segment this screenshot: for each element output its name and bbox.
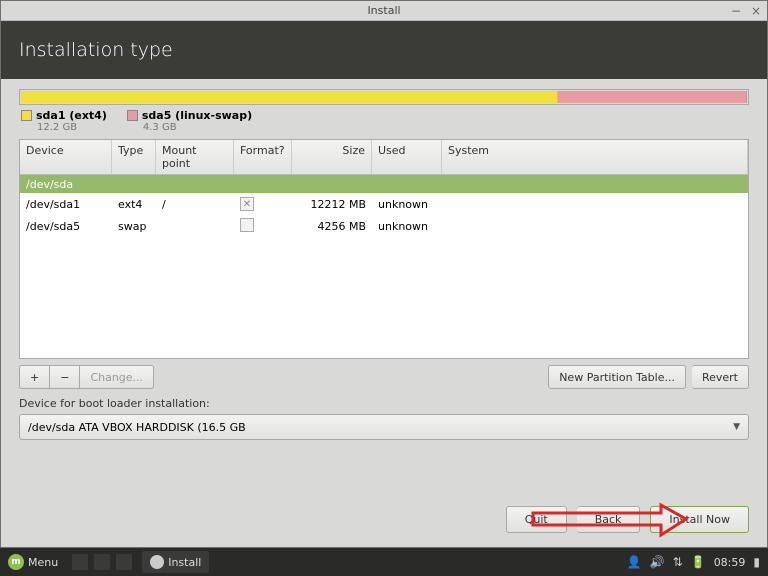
cell-system xyxy=(442,201,748,207)
disk-usage-bar xyxy=(19,89,749,105)
titlebar: Install − × xyxy=(1,1,767,21)
install-now-button[interactable]: Install Now xyxy=(650,506,749,533)
chevron-down-icon: ▼ xyxy=(733,422,740,432)
usage-segment-sda1 xyxy=(21,91,558,103)
quit-button[interactable]: Quit xyxy=(506,506,567,533)
bootloader-device-value: /dev/sda ATA VBOX HARDDISK (16.5 GB xyxy=(28,421,246,434)
taskbar: m Menu Install 👤 🔊 ⇅ 🔋 08:59 ▮ xyxy=(0,548,768,576)
taskbar-task-install[interactable]: Install xyxy=(142,551,209,573)
cell-size: 4256 MB xyxy=(292,217,372,236)
col-type[interactable]: Type xyxy=(112,140,156,174)
tray-toggle-icon[interactable]: ▮ xyxy=(753,555,760,569)
table-header-row: Device Type Mount point Format? Size Use… xyxy=(20,140,748,175)
bootloader-label: Device for boot loader installation: xyxy=(19,397,749,410)
volume-icon[interactable]: 🔊 xyxy=(650,555,665,569)
cell-format[interactable]: ✕ xyxy=(234,194,292,215)
battery-icon[interactable]: 🔋 xyxy=(691,555,706,569)
close-icon[interactable]: × xyxy=(749,4,763,18)
legend-size: 4.3 GB xyxy=(143,122,252,133)
table-device-row[interactable]: /dev/sda xyxy=(20,175,748,193)
partition-table: Device Type Mount point Format? Size Use… xyxy=(19,139,749,359)
cell-device: /dev/sda5 xyxy=(20,217,112,236)
user-icon[interactable]: 👤 xyxy=(627,555,642,569)
cell-size: 12212 MB xyxy=(292,195,372,214)
task-app-icon xyxy=(150,555,164,569)
revert-button[interactable]: Revert xyxy=(692,365,749,389)
files-icon[interactable] xyxy=(116,554,132,570)
page-header: Installation type xyxy=(1,21,767,79)
col-used[interactable]: Used xyxy=(372,140,442,174)
change-partition-button[interactable]: Change... xyxy=(80,365,154,389)
usage-segment-sda5 xyxy=(558,91,747,103)
bootloader-device-select[interactable]: /dev/sda ATA VBOX HARDDISK (16.5 GB ▼ xyxy=(19,414,749,440)
remove-partition-button[interactable]: − xyxy=(50,365,80,389)
menu-button[interactable]: m Menu xyxy=(0,548,66,576)
network-icon[interactable]: ⇅ xyxy=(673,555,683,569)
partition-legend: sda1 (ext4) 12.2 GB sda5 (linux-swap) 4.… xyxy=(19,109,749,133)
device-label: /dev/sda xyxy=(20,175,79,194)
mint-logo-icon: m xyxy=(8,554,24,570)
cell-type: swap xyxy=(112,217,156,236)
new-partition-table-button[interactable]: New Partition Table... xyxy=(548,365,686,389)
back-button[interactable]: Back xyxy=(577,506,641,533)
col-mount[interactable]: Mount point xyxy=(156,140,234,174)
add-partition-button[interactable]: + xyxy=(19,365,50,389)
col-system[interactable]: System xyxy=(442,140,748,174)
clock[interactable]: 08:59 xyxy=(714,556,746,569)
cell-mount: / xyxy=(156,195,234,214)
col-format[interactable]: Format? xyxy=(234,140,292,174)
page-title: Installation type xyxy=(19,39,173,61)
cell-format[interactable] xyxy=(234,215,292,238)
terminal-icon[interactable] xyxy=(94,554,110,570)
menu-label: Menu xyxy=(28,556,58,569)
col-size[interactable]: Size xyxy=(292,140,372,174)
legend-size: 12.2 GB xyxy=(37,122,107,133)
cell-type: ext4 xyxy=(112,195,156,214)
cell-used: unknown xyxy=(372,195,442,214)
window-title: Install xyxy=(367,4,400,17)
legend-label: sda5 (linux-swap) xyxy=(142,109,252,122)
cell-used: unknown xyxy=(372,217,442,236)
cell-device: /dev/sda1 xyxy=(20,195,112,214)
legend-swatch-icon xyxy=(21,110,32,121)
table-row[interactable]: /dev/sda5 swap 4256 MB unknown xyxy=(20,215,748,237)
quick-launch xyxy=(66,554,138,570)
legend-label: sda1 (ext4) xyxy=(36,109,107,122)
show-desktop-icon[interactable] xyxy=(72,554,88,570)
cell-mount xyxy=(156,223,234,229)
installer-window: Install − × Installation type sda1 (ext4… xyxy=(0,0,768,548)
col-device[interactable]: Device xyxy=(20,140,112,174)
task-label: Install xyxy=(168,556,201,569)
minimize-icon[interactable]: − xyxy=(729,4,743,18)
cell-system xyxy=(442,223,748,229)
table-row[interactable]: /dev/sda1 ext4 / ✕ 12212 MB unknown xyxy=(20,193,748,215)
legend-swatch-icon xyxy=(127,110,138,121)
